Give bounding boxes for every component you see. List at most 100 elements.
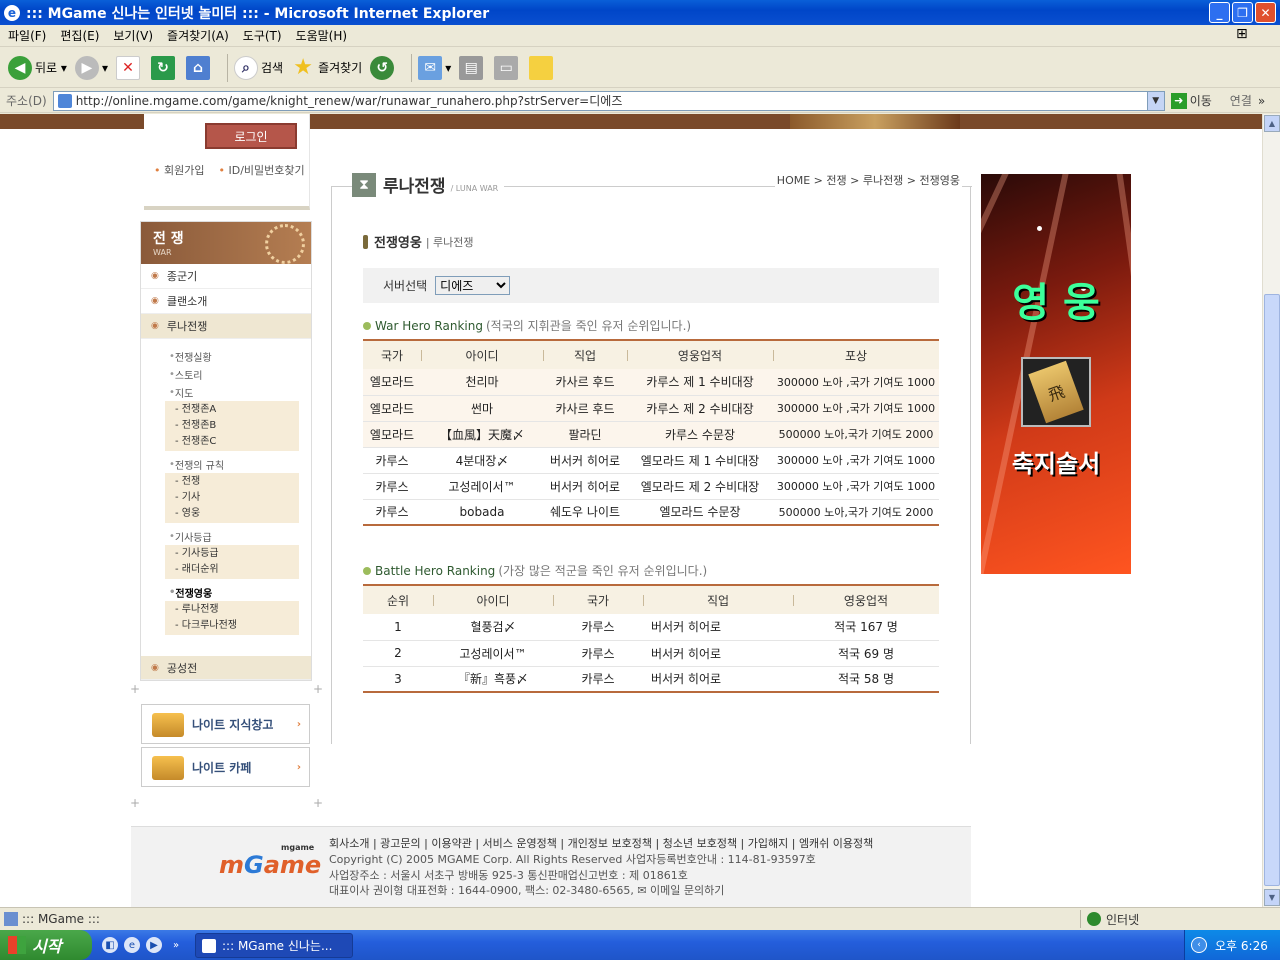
map-zone-b[interactable]: 전쟁존B	[165, 418, 299, 434]
links-button[interactable]: 연결	[1230, 92, 1252, 109]
home-icon: ⌂	[185, 55, 210, 80]
map-submenu: 전쟁존A 전쟁존B 전쟁존C	[165, 401, 299, 451]
edit-button[interactable]: ▭	[494, 55, 521, 80]
vertical-scrollbar[interactable]: ▲ ▼	[1262, 114, 1280, 907]
taskbar-ie-window[interactable]: ::: MGame 신나는...	[195, 933, 353, 958]
search-icon: ⌕	[233, 55, 258, 80]
ie-quicklaunch-icon[interactable]: e	[124, 937, 140, 953]
side-nav: 전 쟁 WAR 종군기 클랜소개 루나전쟁 전쟁실황 스토리 지도 전쟁존A 전…	[140, 221, 312, 681]
hourglass-icon: ⧗	[352, 172, 376, 197]
map-zone-c[interactable]: 전쟁존C	[165, 434, 299, 450]
rules-submenu: 전쟁 기사 영웅	[165, 473, 299, 523]
nav-item-lunawar[interactable]: 루나전쟁	[141, 314, 311, 339]
refresh-icon: ↻	[150, 55, 175, 80]
show-desktop-icon[interactable]: ◧	[102, 937, 118, 953]
table-row: 1 혈풍검〆 카루스 버서커 히어로 적국 167 명	[363, 614, 939, 641]
scroll-thumb[interactable]	[1264, 294, 1280, 886]
edit-icon: ▭	[494, 55, 519, 80]
clock: 오후 6:26	[1215, 938, 1268, 953]
chevron-right-icon[interactable]: »	[1258, 94, 1265, 108]
sub-item-knight-grade[interactable]: 기사등급	[141, 527, 311, 545]
server-label: 서버선택	[383, 279, 428, 293]
forward-arrow-icon: ▶	[74, 55, 99, 80]
promo-knowledge[interactable]: 나이트 지식창고 ›	[141, 704, 310, 744]
side-nav-header: 전 쟁 WAR	[141, 222, 311, 264]
mail-button[interactable]: ✉ ▾	[418, 55, 451, 80]
rules-war[interactable]: 전쟁	[165, 474, 299, 490]
rules-knight[interactable]: 기사	[165, 490, 299, 506]
media-player-icon[interactable]: ▶	[146, 937, 162, 953]
war-hero-title: War Hero Ranking (적국의 지휘관을 죽인 유저 순위입니다.)	[363, 317, 691, 334]
find-id-link[interactable]: ID/비밀번호찾기	[218, 162, 304, 178]
mgame-logo: mgame mGame	[219, 843, 322, 879]
sub-item-hero[interactable]: 전쟁영웅	[141, 583, 311, 601]
promo-cafe[interactable]: 나이트 카페 ›	[141, 747, 310, 787]
books-icon	[152, 713, 184, 737]
menu-bar: 파일(F) 편집(E) 보기(V) 즐겨찾기(A) 도구(T) 도움말(H) ⊞	[0, 25, 1280, 47]
server-select-box: 서버선택 디에즈	[363, 268, 939, 303]
menu-edit[interactable]: 편집(E)	[60, 27, 99, 44]
footer-links[interactable]: 회사소개 | 광고문의 | 이용약관 | 서비스 운영정책 | 개인정보 보호정…	[329, 835, 873, 851]
arrow-right-icon: ›	[296, 761, 301, 773]
address-dropdown-icon[interactable]: ▼	[1146, 91, 1164, 110]
minimize-button[interactable]: _	[1209, 2, 1230, 23]
menu-favorites[interactable]: 즐겨찾기(A)	[167, 27, 229, 44]
notes-button[interactable]	[529, 55, 556, 80]
go-button[interactable]: ➜ 이동	[1170, 92, 1212, 109]
history-icon: ↺	[370, 55, 395, 80]
chevron-left-icon[interactable]: ‹	[1191, 937, 1207, 953]
note-icon	[529, 55, 554, 80]
signup-link[interactable]: 회원가입	[154, 162, 204, 178]
search-button[interactable]: ⌕ 검색	[233, 55, 283, 80]
close-button[interactable]: ✕	[1255, 2, 1276, 23]
history-button[interactable]: ↺	[370, 55, 397, 80]
menu-file[interactable]: 파일(F)	[8, 27, 46, 44]
nav-item-siege[interactable]: 공성전	[141, 656, 311, 680]
menu-help[interactable]: 도움말(H)	[296, 27, 348, 44]
page-header: ⧗ 루나전쟁 / LUNA WAR	[352, 172, 505, 197]
breadcrumb: HOME > 전쟁 > 루나전쟁 > 전쟁영웅	[774, 172, 962, 188]
hero-ad-banner[interactable]: 영 웅 飛 축지술서	[981, 174, 1131, 574]
menu-tools[interactable]: 도구(T)	[243, 27, 282, 44]
hero-darklunawar[interactable]: 다크루나전쟁	[165, 618, 299, 634]
map-zone-a[interactable]: 전쟁존A	[165, 402, 299, 418]
table-row: 2 고성레이서™ 카루스 버서커 히어로 적국 69 명	[363, 640, 939, 667]
scroll-up-icon[interactable]: ▲	[1264, 115, 1280, 132]
box-icon	[152, 756, 184, 780]
nav-item-clan[interactable]: 클랜소개	[141, 289, 311, 314]
status-text: ::: MGame :::	[22, 912, 100, 926]
sub-item-status[interactable]: 전쟁실황	[141, 347, 311, 365]
stop-button[interactable]: ✕	[115, 55, 143, 80]
ladder-rank[interactable]: 래더순위	[165, 562, 299, 578]
address-input[interactable]: http://online.mgame.com/game/knight_rene…	[52, 90, 1165, 111]
sub-item-story[interactable]: 스토리	[141, 365, 311, 383]
sub-item-map[interactable]: 지도	[141, 383, 311, 401]
forward-button[interactable]: ▶ ▾	[74, 55, 108, 80]
address-bar: 주소(D) http://online.mgame.com/game/knigh…	[0, 89, 1280, 113]
scroll-down-icon[interactable]: ▼	[1264, 889, 1280, 906]
chevron-right-icon[interactable]: »	[168, 937, 184, 953]
ie-task-icon	[202, 938, 216, 953]
windows-logo-icon: ⊞	[1236, 26, 1248, 42]
globe-icon	[1087, 912, 1101, 926]
back-button[interactable]: ◀ 뒤로 ▾	[8, 55, 67, 80]
hero-submenu: 루나전쟁 다크루나전쟁	[165, 601, 299, 635]
table-row: 엘모라드 【血風】天魔〆 팔라딘 카루스 수문장 500000 노아,국가 기여도 20…	[363, 421, 939, 448]
nav-item-report[interactable]: 종군기	[141, 264, 311, 289]
page-status-icon	[4, 912, 18, 926]
start-button[interactable]: 시작	[0, 930, 92, 960]
server-select[interactable]: 디에즈	[435, 276, 511, 295]
sub-item-rules[interactable]: 전쟁의 규칙	[141, 455, 311, 473]
menu-view[interactable]: 보기(V)	[113, 27, 153, 44]
favorites-button[interactable]: ★ 즐겨찾기	[291, 55, 362, 80]
knight-grade[interactable]: 기사등급	[165, 546, 299, 562]
print-button[interactable]: ▤	[459, 55, 486, 80]
home-button[interactable]: ⌂	[185, 55, 213, 80]
refresh-button[interactable]: ↻	[150, 55, 178, 80]
rules-hero[interactable]: 영웅	[165, 506, 299, 522]
login-button[interactable]: 로그인	[205, 123, 297, 149]
hero-lunawar[interactable]: 루나전쟁	[165, 602, 299, 618]
maximize-button[interactable]: ❐	[1232, 2, 1253, 23]
quick-launch: ◧ e ▶ »	[102, 937, 184, 953]
login-box: 로그인 회원가입 ID/비밀번호찾기	[144, 114, 310, 210]
